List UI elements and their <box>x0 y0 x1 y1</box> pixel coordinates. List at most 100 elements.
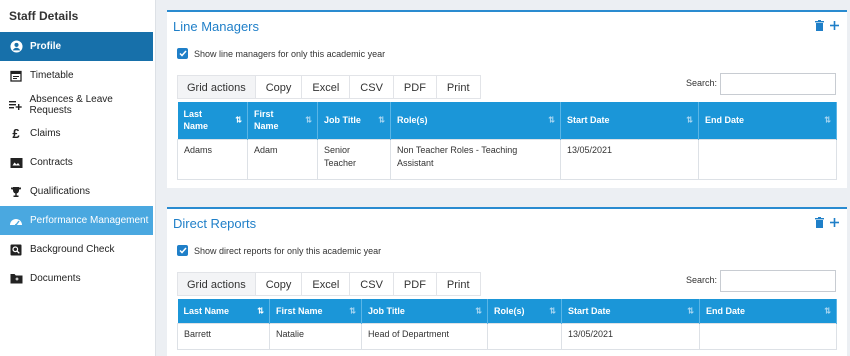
sidebar-item-claims[interactable]: £ Claims <box>0 119 153 148</box>
csv-button[interactable]: CSV <box>350 272 394 296</box>
pdf-button[interactable]: PDF <box>393 75 437 99</box>
sidebar-item-label: Performance Management <box>30 215 149 226</box>
academic-year-checkbox[interactable]: Show line managers for only this academi… <box>177 48 385 59</box>
sidebar-item-timetable[interactable]: Timetable <box>0 61 153 90</box>
add-icon[interactable] <box>830 21 839 33</box>
sort-icon[interactable]: ⇅ <box>475 306 482 315</box>
academic-year-checkbox[interactable]: Show direct reports for only this academ… <box>177 245 381 256</box>
panel-title: Direct Reports <box>173 216 257 231</box>
sort-asc-icon[interactable]: ⇅ <box>257 306 264 315</box>
speedometer-icon <box>9 214 23 228</box>
column-header-job-title[interactable]: Job Title ⇅ <box>361 299 488 323</box>
grid-actions-label: Grid actions <box>177 272 256 296</box>
trash-icon[interactable] <box>815 20 824 34</box>
sidebar-item-documents[interactable]: Documents <box>0 264 153 293</box>
cell-roles: Non Teacher Roles - Teaching Assistant <box>390 138 561 180</box>
playlist-add-icon <box>9 98 22 112</box>
sidebar-item-label: Documents <box>30 273 81 284</box>
column-header-start-date[interactable]: Start Date ⇅ <box>560 102 699 139</box>
calendar-icon <box>9 69 23 83</box>
cell-last-name: Barrett <box>177 322 270 350</box>
sidebar-item-label: Qualifications <box>30 186 91 197</box>
column-header-end-date[interactable]: End Date ⇅ <box>698 102 837 139</box>
grid-actions-label: Grid actions <box>177 75 256 99</box>
sort-icon[interactable]: ⇅ <box>824 116 831 125</box>
panel-title: Line Managers <box>173 19 259 34</box>
checkbox-label: Show line managers for only this academi… <box>194 48 386 59</box>
sidebar-item-label: Contracts <box>30 157 73 168</box>
sidebar-item-profile[interactable]: Profile <box>0 32 153 61</box>
column-header-last-name[interactable]: Last Name ⇅ <box>177 299 270 323</box>
column-header-start-date[interactable]: Start Date ⇅ <box>561 299 700 323</box>
sort-icon[interactable]: ⇅ <box>549 306 556 315</box>
pound-icon: £ <box>12 126 20 141</box>
cell-job-title: Head of Department <box>361 322 488 350</box>
contract-icon <box>9 156 23 170</box>
grid-actions-bar: Grid actions Copy Excel CSV PDF Print <box>177 272 481 296</box>
column-header-roles[interactable]: Role(s) ⇅ <box>487 299 562 323</box>
cell-start-date: 13/05/2021 <box>561 322 700 350</box>
column-header-last-name[interactable]: Last Name ⇅ <box>177 102 248 139</box>
sidebar-item-label: Claims <box>30 128 61 139</box>
sidebar-item-contracts[interactable]: Contracts <box>0 148 153 177</box>
copy-button[interactable]: Copy <box>255 272 303 296</box>
print-button[interactable]: Print <box>436 272 481 296</box>
sidebar-item-performance[interactable]: Performance Management <box>0 206 153 235</box>
sort-icon[interactable]: ⇅ <box>824 306 831 315</box>
add-icon[interactable] <box>830 218 839 230</box>
sidebar-item-label: Absences & Leave Requests <box>29 93 113 116</box>
column-header-job-title[interactable]: Job Title ⇅ <box>317 102 391 139</box>
folder-icon <box>9 272 23 286</box>
sort-asc-icon[interactable]: ⇅ <box>235 116 242 125</box>
column-header-roles[interactable]: Role(s) ⇅ <box>390 102 561 139</box>
cell-end-date <box>698 138 837 180</box>
cell-last-name: Adams <box>177 138 248 180</box>
checkbox-label: Show direct reports for only this academ… <box>194 245 382 256</box>
sidebar: Staff Details Profile Timetable Absences… <box>0 0 156 356</box>
cell-start-date: 13/05/2021 <box>560 138 699 180</box>
sidebar-item-background-check[interactable]: Background Check <box>0 235 153 264</box>
checkbox-checked-icon[interactable] <box>177 48 188 59</box>
search-input[interactable] <box>720 73 836 95</box>
table-row[interactable]: Barrett Natalie Head of Department 13/05… <box>177 322 837 350</box>
search-label: Search: <box>686 78 718 88</box>
trophy-icon <box>9 185 23 199</box>
copy-button[interactable]: Copy <box>255 75 303 99</box>
grid-actions-bar: Grid actions Copy Excel CSV PDF Print <box>177 75 481 99</box>
sidebar-item-label: Background Check <box>30 244 115 255</box>
sidebar-item-qualifications[interactable]: Qualifications <box>0 177 153 206</box>
column-header-end-date[interactable]: End Date ⇅ <box>699 299 837 323</box>
sidebar-item-label: Profile <box>30 41 62 52</box>
cell-end-date <box>699 322 837 350</box>
search-box-icon <box>9 243 23 257</box>
table-header-row: Last Name ⇅ First Name ⇅ Job Title ⇅ Role(s… <box>177 299 837 323</box>
sort-icon[interactable]: ⇅ <box>686 116 693 125</box>
line-managers-table: Last Name ⇅ First Name ⇅ Job Title ⇅ Role(s… <box>177 102 837 180</box>
excel-button[interactable]: Excel <box>302 75 351 99</box>
search-input[interactable] <box>720 270 836 292</box>
sidebar-title: Staff Details <box>9 9 79 23</box>
direct-reports-table: Last Name ⇅ First Name ⇅ Job Title ⇅ Role(s… <box>177 299 837 350</box>
sort-icon[interactable]: ⇅ <box>548 116 555 125</box>
column-header-first-name[interactable]: First Name ⇅ <box>247 102 318 139</box>
csv-button[interactable]: CSV <box>350 75 394 99</box>
sort-icon[interactable]: ⇅ <box>687 306 694 315</box>
panel-actions <box>815 217 839 231</box>
sort-icon[interactable]: ⇅ <box>378 116 385 125</box>
checkbox-checked-icon[interactable] <box>177 245 188 256</box>
sort-icon[interactable]: ⇅ <box>305 116 312 125</box>
print-button[interactable]: Print <box>436 75 481 99</box>
pdf-button[interactable]: PDF <box>393 272 437 296</box>
user-circle-icon <box>9 40 23 54</box>
cell-roles <box>487 322 562 350</box>
direct-reports-panel: Direct Reports Show direct reports for o… <box>167 207 847 356</box>
trash-icon[interactable] <box>815 217 824 231</box>
table-row[interactable]: Adams Adam Senior Teacher Non Teacher Ro… <box>177 138 837 180</box>
sort-icon[interactable]: ⇅ <box>349 306 356 315</box>
sidebar-item-label: Timetable <box>30 70 74 81</box>
panel-actions <box>815 20 839 34</box>
cell-first-name: Adam <box>247 138 318 180</box>
excel-button[interactable]: Excel <box>302 272 351 296</box>
sidebar-item-absences[interactable]: Absences & Leave Requests <box>0 90 153 119</box>
column-header-first-name[interactable]: First Name ⇅ <box>269 299 362 323</box>
